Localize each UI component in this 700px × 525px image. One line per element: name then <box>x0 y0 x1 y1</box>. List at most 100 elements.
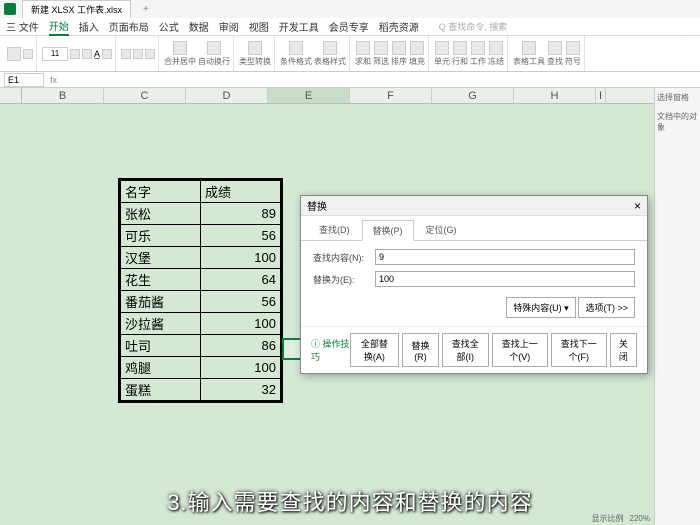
table-cell[interactable]: 89 <box>201 203 281 225</box>
table-cell[interactable]: 鸡腿 <box>121 357 201 379</box>
ribbon: 11A̲ 合并居中自动换行 类型转换 条件格式表格样式 求和筛选排序填充 单元行… <box>0 36 700 72</box>
menu-data[interactable]: 数据 <box>189 19 209 34</box>
fontsize-input[interactable]: 11 <box>42 47 68 61</box>
align-left-icon[interactable] <box>121 49 131 59</box>
fx-label[interactable]: fx <box>50 75 57 85</box>
cut-icon[interactable] <box>23 49 33 59</box>
tab-replace[interactable]: 替换(P) <box>362 220 414 241</box>
title-bar: 新建 XLSX 工作表.xlsx + <box>0 0 700 18</box>
col-I[interactable]: I <box>596 88 606 103</box>
header-score[interactable]: 成绩 <box>201 181 281 203</box>
col-F[interactable]: F <box>350 88 432 103</box>
pane-subtitle: 文档中的对象 <box>657 111 698 133</box>
replace-label: 替换为(E): <box>313 273 369 286</box>
table-cell[interactable]: 100 <box>201 247 281 269</box>
sort-icon[interactable] <box>392 41 406 55</box>
close-icon[interactable]: × <box>634 199 641 213</box>
close-button[interactable]: 关闭 <box>610 333 637 367</box>
find-label: 查找内容(N): <box>313 251 369 264</box>
find-prev-button[interactable]: 查找上一个(V) <box>492 333 548 367</box>
tab-find[interactable]: 查找(D) <box>309 220 360 241</box>
row-icon[interactable] <box>453 41 467 55</box>
replace-dialog: 替换 × 查找(D) 替换(P) 定位(G) 查找内容(N): 替换为(E): … <box>300 195 648 374</box>
table-cell[interactable]: 蛋糕 <box>121 379 201 401</box>
symbol-icon[interactable] <box>566 41 580 55</box>
menu-bar: 三 文件 开始 插入 页面布局 公式 数据 审阅 视图 开发工具 会员专享 稻壳… <box>0 18 700 36</box>
menu-review[interactable]: 审阅 <box>219 19 239 34</box>
merge-icon[interactable] <box>173 41 187 55</box>
col-C[interactable]: C <box>104 88 186 103</box>
tablestyle-icon[interactable] <box>323 41 337 55</box>
dialog-title-text: 替换 <box>307 198 327 213</box>
table-cell[interactable]: 64 <box>201 269 281 291</box>
table-cell[interactable]: 吐司 <box>121 335 201 357</box>
find-icon[interactable] <box>548 41 562 55</box>
col-B[interactable]: B <box>22 88 104 103</box>
fontcolor-icon[interactable] <box>102 49 112 59</box>
special-content-button[interactable]: 特殊内容(U) ▾ <box>506 297 576 318</box>
formula-bar: E1 fx <box>0 72 700 88</box>
col-H[interactable]: H <box>514 88 596 103</box>
table-cell[interactable]: 沙拉酱 <box>121 313 201 335</box>
table-cell[interactable]: 56 <box>201 225 281 247</box>
table-cell[interactable]: 汉堡 <box>121 247 201 269</box>
typeconv-icon[interactable] <box>248 41 262 55</box>
freeze-icon[interactable] <box>489 41 503 55</box>
sheet-icon[interactable] <box>471 41 485 55</box>
select-all-corner[interactable] <box>0 88 22 103</box>
table-cell[interactable]: 可乐 <box>121 225 201 247</box>
data-table: 名字成绩 张松89 可乐56 汉堡100 花生64 番茄酱56 沙拉酱100 吐… <box>118 178 283 403</box>
menu-home[interactable]: 开始 <box>49 18 69 36</box>
condformat-icon[interactable] <box>289 41 303 55</box>
replace-button[interactable]: 替换(R) <box>402 333 439 367</box>
table-cell[interactable]: 86 <box>201 335 281 357</box>
menu-layout[interactable]: 页面布局 <box>109 19 149 34</box>
cell-reference[interactable]: E1 <box>4 73 44 87</box>
menu-resources[interactable]: 稻壳资源 <box>379 19 419 34</box>
table-cell[interactable]: 32 <box>201 379 281 401</box>
col-D[interactable]: D <box>186 88 268 103</box>
tab-goto[interactable]: 定位(G) <box>416 220 467 241</box>
table-cell[interactable]: 100 <box>201 357 281 379</box>
bold-icon[interactable] <box>70 49 80 59</box>
cell-icon[interactable] <box>435 41 449 55</box>
find-input[interactable] <box>375 249 635 265</box>
menu-formula[interactable]: 公式 <box>159 19 179 34</box>
table-cell[interactable]: 56 <box>201 291 281 313</box>
header-name[interactable]: 名字 <box>121 181 201 203</box>
table-cell[interactable]: 100 <box>201 313 281 335</box>
menu-view[interactable]: 视图 <box>249 19 269 34</box>
find-next-button[interactable]: 查找下一个(F) <box>551 333 607 367</box>
align-center-icon[interactable] <box>133 49 143 59</box>
file-menu[interactable]: 三 文件 <box>6 19 39 34</box>
fill-icon[interactable] <box>410 41 424 55</box>
paste-icon[interactable] <box>7 47 21 61</box>
filter-icon[interactable] <box>374 41 388 55</box>
dialog-titlebar[interactable]: 替换 × <box>301 196 647 216</box>
menu-dev[interactable]: 开发工具 <box>279 19 319 34</box>
menu-member[interactable]: 会员专享 <box>329 19 369 34</box>
table-cell[interactable]: 番茄酱 <box>121 291 201 313</box>
tips-link[interactable]: ⓘ 操作技巧 <box>311 337 350 363</box>
table-cell[interactable]: 花生 <box>121 269 201 291</box>
zoom-value[interactable]: 220% <box>630 514 650 523</box>
col-E[interactable]: E <box>268 88 350 103</box>
wrap-icon[interactable] <box>207 41 221 55</box>
table-cell[interactable]: 张松 <box>121 203 201 225</box>
options-button[interactable]: 选项(T) >> <box>578 297 635 318</box>
document-tab[interactable]: 新建 XLSX 工作表.xlsx <box>22 0 131 18</box>
new-tab-button[interactable]: + <box>137 4 155 15</box>
zoom-label: 显示比例 <box>592 513 624 524</box>
col-G[interactable]: G <box>432 88 514 103</box>
replace-input[interactable] <box>375 271 635 287</box>
replace-all-button[interactable]: 全部替换(A) <box>350 333 400 367</box>
search-menu[interactable]: Q 查找命令, 搜索 <box>439 20 508 33</box>
menu-insert[interactable]: 插入 <box>79 19 99 34</box>
underline-icon[interactable] <box>82 49 92 59</box>
sum-icon[interactable] <box>356 41 370 55</box>
align-right-icon[interactable] <box>145 49 155 59</box>
pane-title: 选择窗格 <box>657 92 698 103</box>
find-all-button[interactable]: 查找全部(I) <box>442 333 489 367</box>
tabletools-icon[interactable] <box>522 41 536 55</box>
app-icon <box>4 3 16 15</box>
